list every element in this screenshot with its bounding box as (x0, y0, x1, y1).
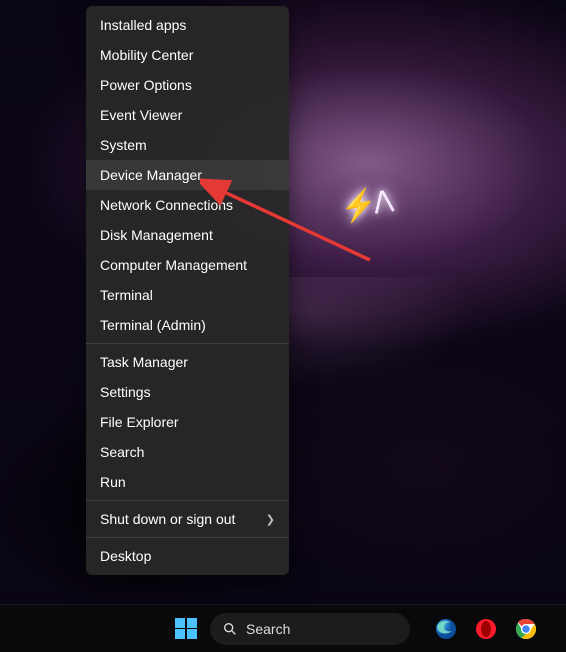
menu-item-label: System (100, 137, 147, 153)
menu-item-label: Terminal (Admin) (100, 317, 206, 333)
menu-item-task-manager[interactable]: Task Manager (86, 347, 289, 377)
menu-item-event-viewer[interactable]: Event Viewer (86, 100, 289, 130)
menu-item-device-manager[interactable]: Device Manager (86, 160, 289, 190)
search-placeholder: Search (246, 621, 290, 637)
menu-item-run[interactable]: Run (86, 467, 289, 497)
menu-item-terminal-admin[interactable]: Terminal (Admin) (86, 310, 289, 340)
menu-item-network-connections[interactable]: Network Connections (86, 190, 289, 220)
taskbar-search[interactable]: Search (210, 613, 410, 645)
menu-item-label: Settings (100, 384, 151, 400)
menu-item-label: Computer Management (100, 257, 247, 273)
menu-item-label: Task Manager (100, 354, 188, 370)
taskbar: Search (0, 604, 566, 652)
menu-divider (86, 343, 289, 344)
winx-context-menu: Installed apps Mobility Center Power Opt… (86, 6, 289, 575)
menu-item-file-explorer[interactable]: File Explorer (86, 407, 289, 437)
menu-item-label: Device Manager (100, 167, 202, 183)
menu-item-label: Run (100, 474, 126, 490)
menu-item-label: Network Connections (100, 197, 233, 213)
menu-item-system[interactable]: System (86, 130, 289, 160)
wallpaper-lightning: ⚡𐌡 (338, 185, 392, 227)
menu-item-label: Power Options (100, 77, 192, 93)
menu-item-power-options[interactable]: Power Options (86, 70, 289, 100)
menu-divider (86, 500, 289, 501)
menu-item-label: Shut down or sign out (100, 511, 235, 527)
menu-item-label: Event Viewer (100, 107, 182, 123)
menu-item-settings[interactable]: Settings (86, 377, 289, 407)
search-icon (222, 621, 238, 637)
menu-item-computer-management[interactable]: Computer Management (86, 250, 289, 280)
chevron-right-icon: ❯ (266, 513, 275, 526)
menu-item-disk-management[interactable]: Disk Management (86, 220, 289, 250)
taskbar-app-chrome[interactable] (510, 613, 542, 645)
menu-item-label: Installed apps (100, 17, 186, 33)
menu-item-terminal[interactable]: Terminal (86, 280, 289, 310)
menu-divider (86, 537, 289, 538)
menu-item-label: File Explorer (100, 414, 179, 430)
menu-item-label: Desktop (100, 548, 151, 564)
menu-item-shutdown-signout[interactable]: Shut down or sign out ❯ (86, 504, 289, 534)
menu-item-search[interactable]: Search (86, 437, 289, 467)
taskbar-app-opera[interactable] (470, 613, 502, 645)
menu-item-label: Disk Management (100, 227, 213, 243)
menu-item-label: Mobility Center (100, 47, 193, 63)
menu-item-mobility-center[interactable]: Mobility Center (86, 40, 289, 70)
menu-item-label: Terminal (100, 287, 153, 303)
menu-item-installed-apps[interactable]: Installed apps (86, 10, 289, 40)
menu-item-label: Search (100, 444, 144, 460)
taskbar-app-edge[interactable] (430, 613, 462, 645)
menu-item-desktop[interactable]: Desktop (86, 541, 289, 571)
start-button[interactable] (170, 613, 202, 645)
windows-logo-icon (175, 618, 197, 640)
